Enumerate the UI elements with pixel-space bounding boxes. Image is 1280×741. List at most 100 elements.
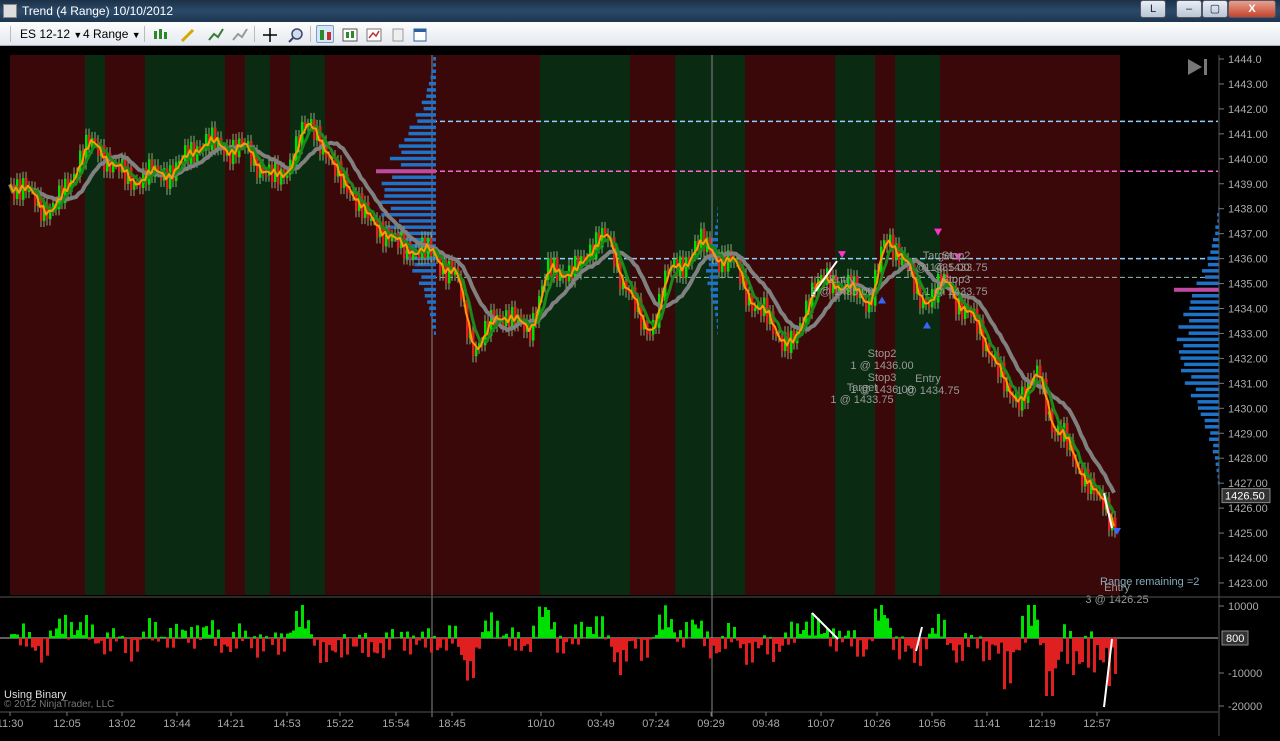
volume-profile-bar <box>419 282 436 286</box>
indicator-bar <box>724 638 727 649</box>
candle <box>1096 494 1099 496</box>
volume-profile-bar <box>1198 406 1220 410</box>
chart-properties-icon[interactable] <box>364 25 382 43</box>
indicator-bar <box>988 638 991 660</box>
indicator-bar <box>742 638 745 644</box>
indicator-bar <box>931 628 934 638</box>
data-box-icon[interactable] <box>340 25 358 43</box>
volume-profile-bar <box>1181 369 1220 373</box>
volume-profile-bar <box>399 144 436 148</box>
price-tick-label: 1442.00 <box>1228 104 1268 116</box>
chart-area[interactable]: Entry3 @ 1435.00Stop21 @ 1436.00Stop31 @… <box>0 47 1280 736</box>
indicator-bar <box>793 638 796 643</box>
indicator-bar <box>313 638 316 646</box>
volume-profile-bar <box>1190 300 1220 304</box>
indicator-bar <box>430 638 433 652</box>
zoom-icon[interactable] <box>286 25 304 43</box>
indicator-bar <box>364 633 367 638</box>
copy-icon[interactable] <box>388 25 406 43</box>
drawing-tool-icon[interactable] <box>178 25 196 43</box>
strategy-icon[interactable] <box>230 25 248 43</box>
indicator-bar <box>97 638 100 643</box>
time-tick-label: 07:24 <box>642 718 670 730</box>
price-tick-label: 1434.00 <box>1228 304 1268 316</box>
price-chart[interactable]: Entry3 @ 1435.00Stop21 @ 1436.00Stop31 @… <box>0 47 1280 736</box>
session-background <box>835 55 875 595</box>
order-annotation-label: 1 @ 1433.75 <box>924 286 987 298</box>
indicator-bar <box>562 638 565 654</box>
indicator-bar <box>610 638 613 647</box>
indicator-bar <box>1042 638 1045 643</box>
volume-profile-bar <box>717 219 718 223</box>
indicator-bar <box>718 638 721 652</box>
volume-profile-bar <box>1205 425 1220 429</box>
indicator-bar <box>664 605 667 638</box>
indicator-bar <box>895 636 898 638</box>
volume-profile-bar <box>432 325 436 329</box>
minimize-button[interactable]: – <box>1176 0 1202 18</box>
price-tick-label: 1439.00 <box>1228 179 1268 191</box>
price-tick-label: 1424.00 <box>1228 553 1268 565</box>
period-label: 4 Range <box>83 27 128 41</box>
indicator-bar <box>1063 624 1066 638</box>
indicator-icon[interactable] <box>206 25 224 43</box>
instrument-label: ES 12-12 <box>20 27 70 41</box>
indicator-bar <box>601 616 604 638</box>
candle <box>781 336 784 351</box>
indicator-bar <box>448 625 451 638</box>
indicator-bar <box>328 638 331 645</box>
bar-type-icon[interactable] <box>150 25 168 43</box>
price-tick-label: 1426.00 <box>1228 503 1268 515</box>
indicator-bar <box>901 636 904 638</box>
instrument-selector[interactable]: ES 12-12 ▼ <box>20 25 82 43</box>
volume-profile-bar <box>715 225 718 229</box>
indicator-bar <box>598 637 601 638</box>
indicator-bar <box>592 634 595 638</box>
indicator-bar <box>643 638 646 640</box>
indicator-bar <box>388 638 391 650</box>
indicator-bar <box>1072 638 1075 675</box>
indicator-bar <box>748 638 751 643</box>
indicator-bar <box>496 621 499 638</box>
templates-icon[interactable] <box>410 25 428 43</box>
link-button[interactable]: L <box>1140 0 1166 18</box>
volume-profile-bar <box>410 126 436 130</box>
indicator-bar <box>1033 605 1036 638</box>
indicator-bar <box>943 620 946 638</box>
maximize-button[interactable]: ▢ <box>1202 0 1228 18</box>
indicator-tick-label: 10000 <box>1228 601 1259 613</box>
price-tick-label: 1429.00 <box>1228 428 1268 440</box>
indicator-bar <box>871 638 874 641</box>
volume-profile-bar <box>1205 275 1220 279</box>
session-background <box>105 55 145 595</box>
indicator-bar <box>1006 638 1009 651</box>
indicator-bar <box>289 633 292 638</box>
time-tick-label: 14:21 <box>217 718 245 730</box>
volume-profile-bar <box>1178 325 1220 329</box>
indicator-bar <box>331 638 334 651</box>
indicator-bar <box>187 638 190 643</box>
indicator-bar <box>244 631 247 638</box>
indicator-bar <box>739 638 742 648</box>
indicator-bar <box>193 638 196 649</box>
indicator-bar <box>820 634 823 638</box>
indicator-bar <box>853 630 856 638</box>
indicator-bar <box>505 634 508 638</box>
chart-trader-icon[interactable] <box>316 25 334 43</box>
volume-profile-bar <box>430 313 436 317</box>
indicator-bar <box>325 638 328 662</box>
indicator-bar <box>409 638 412 654</box>
indicator-bar <box>322 638 325 642</box>
indicator-bar <box>133 638 136 640</box>
indicator-bar <box>262 638 265 651</box>
indicator-bar <box>802 630 805 638</box>
chevron-down-icon: ▼ <box>73 30 82 40</box>
indicator-bar <box>850 638 853 646</box>
indicator-bar <box>874 609 877 638</box>
indicator-bar <box>172 638 175 648</box>
indicator-bar <box>529 638 532 652</box>
indicator-bar <box>940 637 943 638</box>
close-button[interactable]: X <box>1228 0 1276 18</box>
period-selector[interactable]: 4 Range ▼ <box>83 25 141 43</box>
crosshair-icon[interactable] <box>260 25 278 43</box>
